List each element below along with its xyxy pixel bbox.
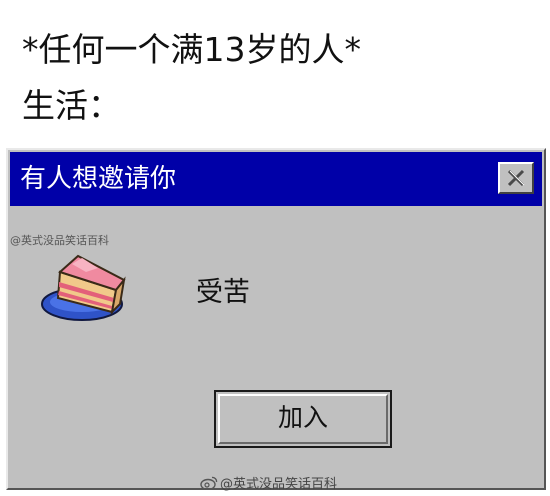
- dialog-message: 受苦: [196, 277, 250, 308]
- join-button[interactable]: 加入: [214, 390, 392, 448]
- close-button[interactable]: [498, 162, 534, 194]
- cake-slice-icon: [41, 254, 126, 321]
- dialog-title: 有人想邀请你: [20, 164, 177, 194]
- caption-line-1: *任何一个满13岁的人*: [22, 30, 361, 69]
- dialog-titlebar[interactable]: 有人想邀请你: [10, 152, 542, 206]
- watermark-bottom: @英式没品笑话百科: [200, 476, 337, 493]
- caption-line-2: 生活：: [22, 86, 121, 125]
- weibo-icon: [200, 476, 218, 490]
- join-button-label: 加入: [277, 403, 328, 432]
- dialog-window: 有人想邀请你 @英式没品笑话百科 受苦 加入: [6, 148, 546, 490]
- close-icon: [507, 169, 525, 187]
- watermark-bottom-text: @英式没品笑话百科: [220, 477, 338, 492]
